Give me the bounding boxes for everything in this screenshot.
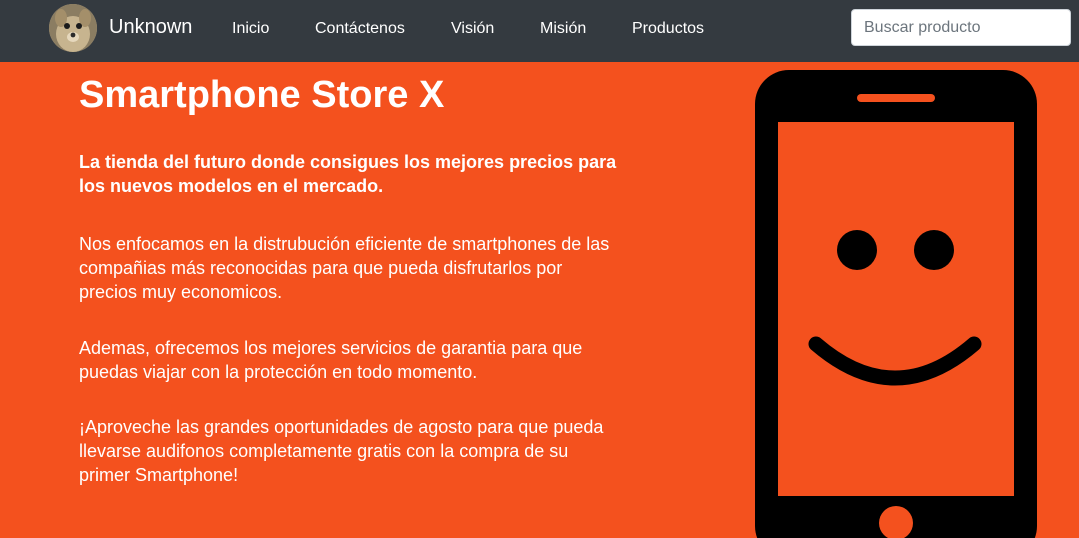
hero-paragraph-distribution: Nos enfocamos en la distrubución eficien… — [79, 234, 610, 302]
nav-link-contactenos[interactable]: Contáctenos — [315, 19, 405, 38]
nav-link-inicio[interactable]: Inicio — [232, 19, 269, 38]
navbar: Unknown Inicio Contáctenos Visión Misión… — [0, 0, 1079, 62]
smiling-smartphone-icon — [755, 70, 1037, 538]
dog-avatar-image — [49, 4, 97, 52]
page-title: Smartphone Store X — [79, 74, 445, 116]
nav-link-vision[interactable]: Visión — [451, 19, 494, 38]
hero-paragraph-promo: ¡Aproveche las grandes oportunidades de … — [79, 417, 604, 485]
nav-link-mision[interactable]: Misión — [540, 19, 586, 38]
hero-paragraph-warranty: Ademas, ofrecemos los mejores servicios … — [79, 338, 583, 382]
hero-tagline: La tienda del futuro donde consigues los… — [79, 152, 617, 196]
brand-name[interactable]: Unknown — [109, 15, 192, 39]
nav-link-productos[interactable]: Productos — [632, 19, 704, 38]
search-input[interactable] — [851, 9, 1071, 46]
avatar[interactable] — [49, 4, 97, 52]
